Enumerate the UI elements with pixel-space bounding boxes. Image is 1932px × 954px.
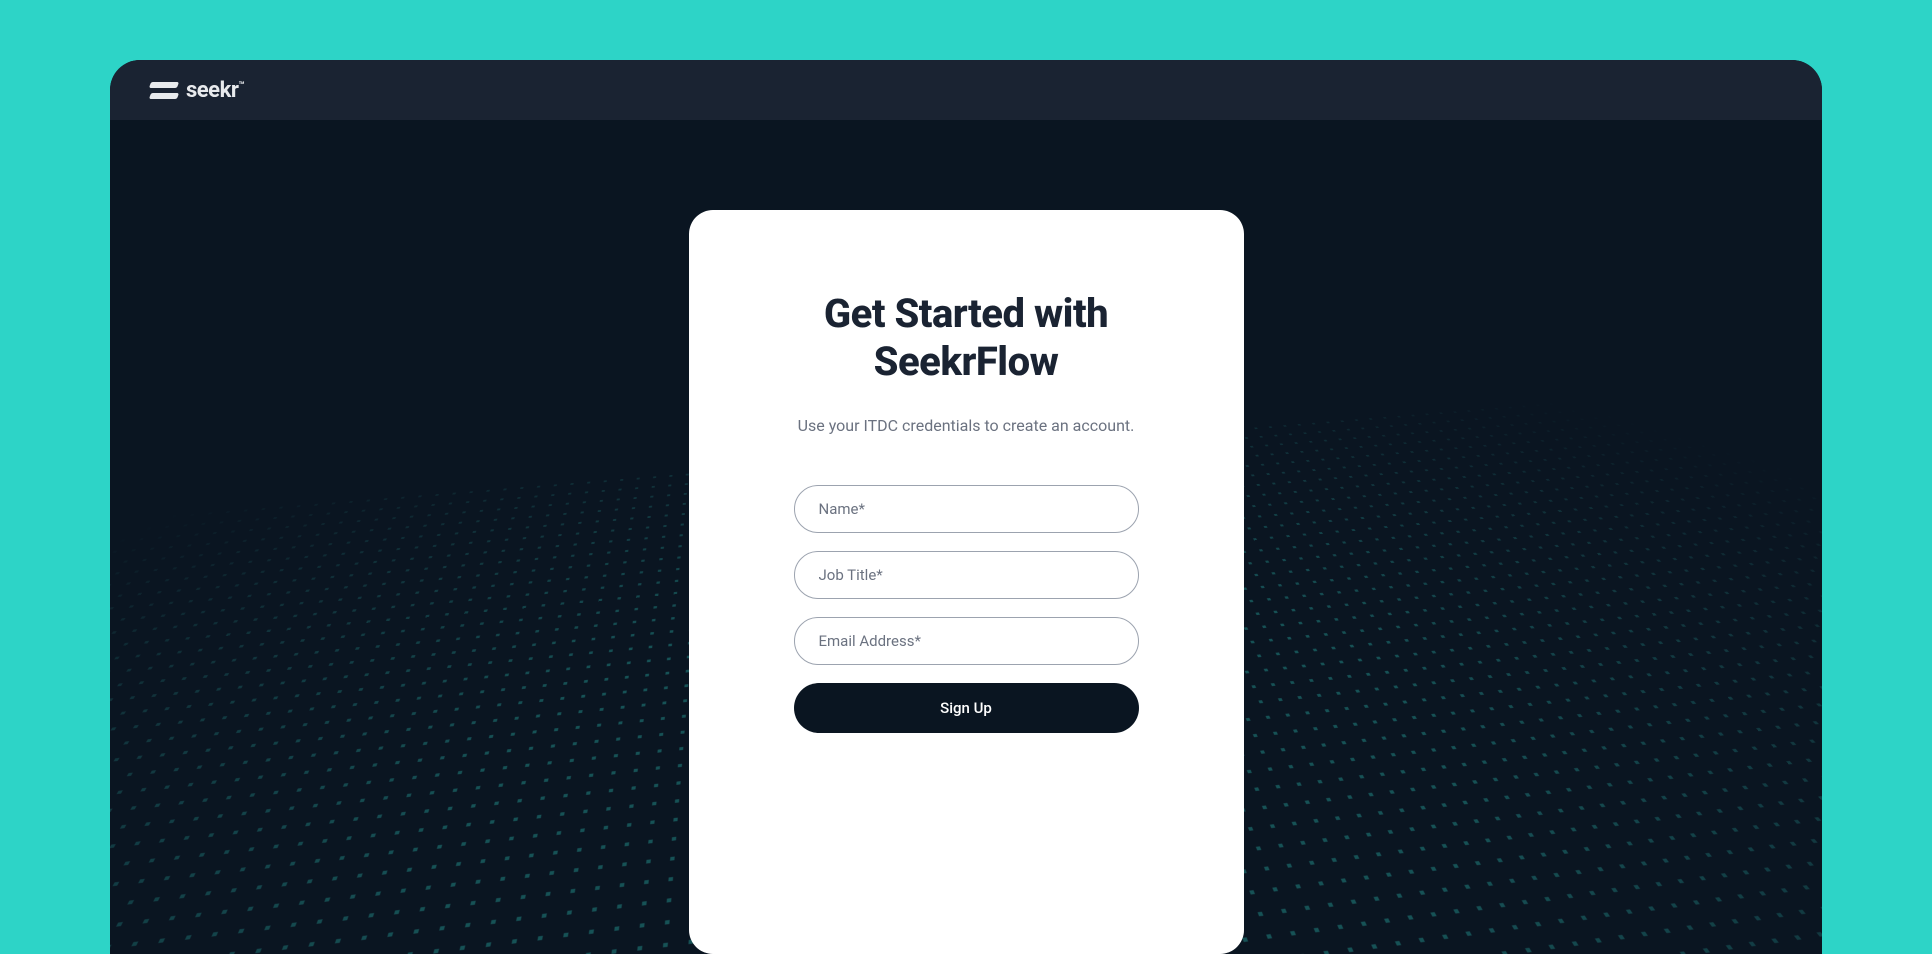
brand-name: seekr™ — [186, 78, 244, 103]
main-content: Get Started with SeekrFlow Use your ITDC… — [110, 120, 1822, 954]
card-subtitle: Use your ITDC credentials to create an a… — [739, 416, 1194, 435]
name-input[interactable] — [794, 485, 1139, 533]
seekr-logo-icon — [150, 76, 178, 104]
top-bar: seekr™ — [110, 60, 1822, 120]
signup-form: Sign Up — [739, 485, 1194, 733]
email-input[interactable] — [794, 617, 1139, 665]
page-frame: seekr™ Get Started with SeekrFlow Use yo… — [0, 0, 1932, 954]
card-title: Get Started with SeekrFlow — [739, 290, 1194, 386]
app-window: seekr™ Get Started with SeekrFlow Use yo… — [110, 60, 1822, 954]
signup-button[interactable]: Sign Up — [794, 683, 1139, 733]
signup-card: Get Started with SeekrFlow Use your ITDC… — [689, 210, 1244, 954]
job-title-input[interactable] — [794, 551, 1139, 599]
brand-logo[interactable]: seekr™ — [150, 76, 244, 104]
